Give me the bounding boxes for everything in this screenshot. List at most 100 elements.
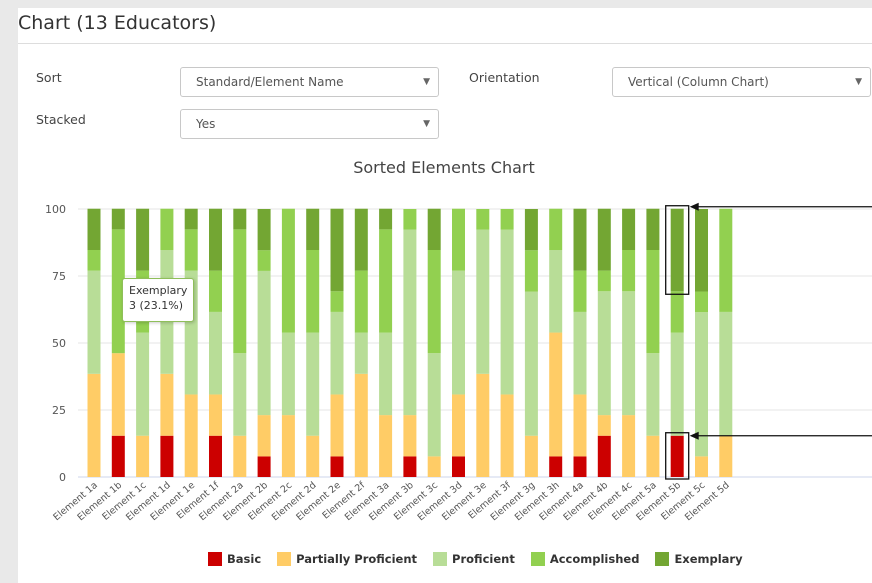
bar-segment[interactable] [233,353,247,436]
bar-segment[interactable] [257,456,271,477]
bar-segment[interactable] [646,208,660,251]
bar-segment[interactable] [573,208,587,271]
bar-segment[interactable] [184,208,198,230]
bar-segment[interactable] [573,311,587,395]
bar-segment[interactable] [646,353,660,436]
bar-segment[interactable] [403,229,417,416]
legend-item[interactable]: Partially Proficient [277,552,417,566]
bar-segment[interactable] [597,291,611,416]
bar-segment[interactable] [330,208,344,292]
bar-segment[interactable] [452,270,465,395]
bar-segment[interactable] [597,415,611,436]
bar-segment[interactable] [354,270,368,333]
bar-segment[interactable] [622,250,636,292]
bar-segment[interactable] [403,456,417,477]
bar-segment[interactable] [695,456,708,477]
bar-segment[interactable] [306,332,320,436]
bar-segment[interactable] [646,250,660,354]
bar-segment[interactable] [597,435,611,477]
bar-segment[interactable] [306,208,320,251]
legend-item[interactable]: Exemplary [655,552,743,566]
bar-segment[interactable] [87,250,101,271]
bar-segment[interactable] [524,435,538,477]
bar-segment[interactable] [257,415,271,457]
bar-segment[interactable] [136,208,150,271]
bar-segment[interactable] [670,435,684,477]
bar-segment[interactable] [524,209,538,251]
bar-segment[interactable] [87,270,101,374]
bar-segment[interactable] [670,291,684,333]
bar-segment[interactable] [330,291,344,312]
bar-segment[interactable] [500,394,514,477]
bar-segment[interactable] [524,250,538,292]
bar-segment[interactable] [719,311,733,436]
bar-segment[interactable] [306,250,320,333]
bar-segment[interactable] [379,415,393,477]
bar-segment[interactable] [524,291,538,436]
bar-segment[interactable] [160,435,174,477]
bar-segment[interactable] [111,353,125,436]
bar-segment[interactable] [622,415,636,477]
bar-segment[interactable] [281,415,295,477]
bar-segment[interactable] [209,208,222,271]
bar-segment[interactable] [379,332,393,416]
bar-segment[interactable] [87,373,101,477]
bar-segment[interactable] [257,209,271,251]
bar-segment[interactable] [597,208,611,271]
bar-segment[interactable] [500,209,514,230]
bar-segment[interactable] [209,394,222,436]
bar-segment[interactable] [646,435,660,477]
bar-segment[interactable] [306,435,320,477]
bar-segment[interactable] [549,332,563,457]
bar-segment[interactable] [573,270,587,312]
bar-segment[interactable] [403,415,417,457]
bar-segment[interactable] [209,435,222,477]
bar-segment[interactable] [476,373,490,477]
bar-segment[interactable] [330,394,344,457]
bar-segment[interactable] [452,394,465,457]
bar-segment[interactable] [257,270,271,416]
bar-segment[interactable] [233,435,247,477]
legend-item[interactable]: Accomplished [530,552,639,566]
bar-segment[interactable] [136,435,150,477]
bar-segment[interactable] [111,208,125,230]
bar-segment[interactable] [379,229,393,333]
bar-segment[interactable] [549,208,563,251]
bar-segment[interactable] [670,332,684,436]
bar-segment[interactable] [330,456,344,477]
bar-segment[interactable] [719,208,733,312]
bar-segment[interactable] [427,250,441,354]
bar-segment[interactable] [281,208,295,333]
bar-segment[interactable] [452,456,465,477]
bar-segment[interactable] [136,332,150,436]
bar-segment[interactable] [184,229,198,271]
bar-segment[interactable] [379,208,393,230]
bar-segment[interactable] [476,229,490,374]
legend-item[interactable]: Proficient [433,552,515,566]
bar-segment[interactable] [597,270,611,292]
bar-segment[interactable] [233,208,247,230]
bar-segment[interactable] [233,229,247,354]
bar-segment[interactable] [719,435,733,477]
bar-segment[interactable] [695,291,708,313]
bar-segment[interactable] [670,208,684,292]
bar-segment[interactable] [476,209,490,230]
bar-segment[interactable] [452,208,465,271]
bar-segment[interactable] [403,209,417,230]
bar-segment[interactable] [573,394,587,457]
bar-segment[interactable] [354,373,368,477]
bar-segment[interactable] [622,291,636,416]
bar-segment[interactable] [354,332,368,374]
bar-segment[interactable] [695,209,708,292]
bar-segment[interactable] [184,394,198,477]
bar-segment[interactable] [427,456,441,477]
bar-segment[interactable] [549,456,563,477]
bar-segment[interactable] [209,270,222,312]
legend-item[interactable]: Basic [208,552,261,566]
bar-segment[interactable] [500,229,514,395]
bar-segment[interactable] [427,208,441,251]
bar-segment[interactable] [160,208,174,251]
bar-segment[interactable] [622,208,636,251]
bar-segment[interactable] [281,332,295,416]
bar-segment[interactable] [257,250,271,271]
